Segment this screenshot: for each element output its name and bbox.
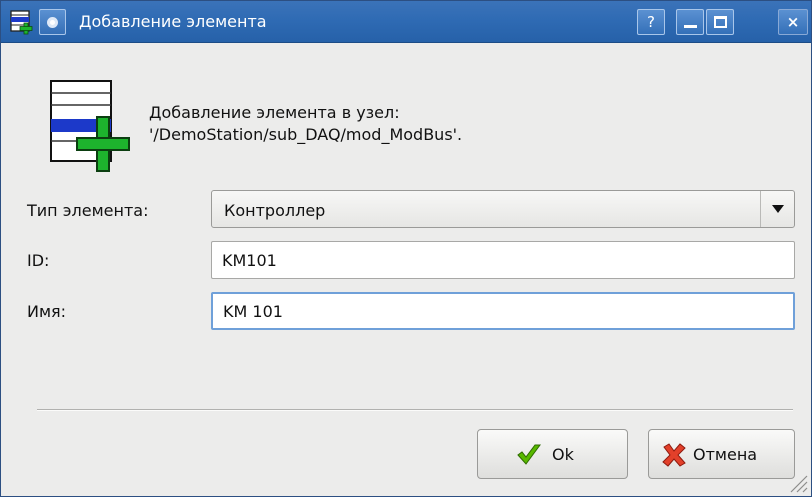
name-field[interactable] [211,292,795,330]
title-bar[interactable]: Добавление элемента ? × [1,1,811,43]
ok-button-label: Ok [552,445,574,464]
window-menu-icon [47,17,58,28]
id-label: ID: [27,251,50,270]
add-element-icon[interactable] [9,9,35,35]
separator [37,409,793,411]
header-info: Добавление элемента в узел: '/DemoStatio… [149,102,462,146]
add-element-large-icon [50,80,130,172]
help-button[interactable]: ? [637,9,665,35]
chevron-down-icon[interactable] [760,191,794,227]
minimize-icon [684,25,697,28]
maximize-icon [714,16,727,28]
name-label: Имя: [27,302,67,321]
element-type-label: Тип элемента: [27,201,149,220]
maximize-button[interactable] [706,9,734,35]
cancel-button-label: Отмена [693,445,758,464]
cancel-button[interactable]: Отмена [648,429,795,479]
close-button[interactable]: × [778,9,808,35]
resize-grip-icon[interactable] [787,472,809,494]
header-line-2: '/DemoStation/sub_DAQ/mod_ModBus'. [149,125,463,144]
window-menu-button[interactable] [39,9,66,35]
add-element-dialog: Добавление элемента ? × Добавление элеме… [0,0,812,497]
id-field[interactable] [211,241,795,279]
element-type-value: Контроллер [224,201,326,220]
minimize-button[interactable] [676,9,704,35]
element-type-select[interactable]: Контроллер [211,190,795,228]
check-icon [517,444,541,465]
cross-icon [662,443,686,467]
window-title: Добавление элемента [79,12,267,31]
ok-button[interactable]: Ok [477,429,628,479]
header-line-1: Добавление элемента в узел: [149,103,400,122]
